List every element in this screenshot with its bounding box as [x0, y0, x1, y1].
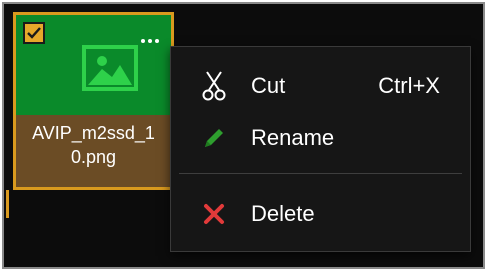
pencil-icon [199, 123, 229, 153]
menu-item-rename-label: Rename [251, 125, 335, 150]
checkmark-icon [27, 27, 41, 39]
menu-item-delete-label: Delete [251, 201, 315, 226]
context-menu: Cut Ctrl+X Rename Delete [170, 46, 471, 252]
menu-item-cut-label: Cut [251, 73, 286, 98]
left-accent-bar [6, 190, 9, 218]
menu-item-delete[interactable]: Delete [171, 189, 470, 239]
file-browser-pane: AVIP_m2ssd_1 0.png Cut Ctrl+X Rename Del… [2, 2, 485, 269]
file-thumbnail[interactable] [16, 15, 171, 115]
menu-separator [179, 173, 462, 174]
menu-item-cut[interactable]: Cut Ctrl+X [171, 61, 470, 111]
close-x-icon [199, 199, 229, 229]
scissors-icon [199, 71, 229, 101]
image-icon [82, 45, 138, 91]
more-options-icon[interactable] [141, 39, 159, 43]
select-checkbox[interactable] [23, 22, 45, 44]
file-tile[interactable]: AVIP_m2ssd_1 0.png [13, 12, 174, 190]
menu-item-rename[interactable]: Rename [171, 113, 470, 163]
file-name-label: AVIP_m2ssd_1 0.png [32, 123, 155, 167]
menu-item-cut-shortcut: Ctrl+X [378, 73, 440, 98]
